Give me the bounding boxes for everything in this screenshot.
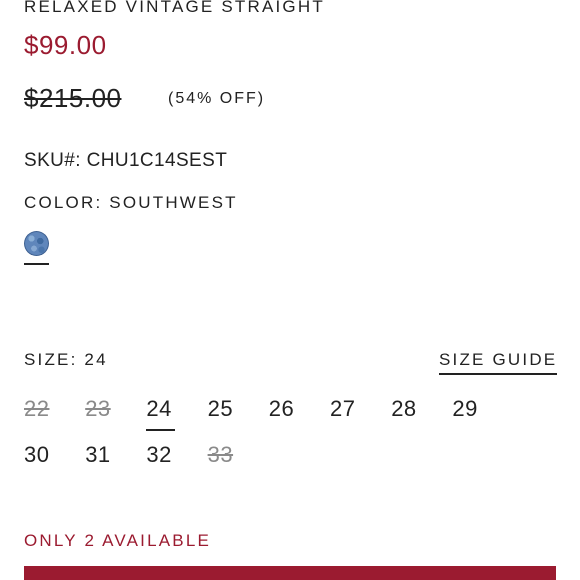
size-label: SIZE: 24 [24,350,108,369]
size-option-30[interactable]: 30 [24,442,64,468]
discount-badge: (54% OFF) [168,90,266,107]
size-option-25[interactable]: 25 [208,396,248,422]
size-option-26[interactable]: 26 [269,396,309,422]
size-option-29[interactable]: 29 [452,396,492,422]
add-to-bag-button[interactable] [24,566,556,580]
sale-price: $99.00 [24,30,107,60]
swatch-selected-indicator [24,263,49,265]
product-title: RELAXED VINTAGE STRAIGHT [24,0,325,16]
size-option-22: 22 [24,396,50,421]
size-option-32[interactable]: 32 [146,442,186,468]
size-guide-link[interactable]: SIZE GUIDE [439,350,558,375]
size-option-31[interactable]: 31 [85,442,125,468]
availability-text: ONLY 2 AVAILABLE [24,531,212,550]
size-option-23: 23 [85,396,111,421]
product-detail-panel: RELAXED VINTAGE STRAIGHT $99.00 $215.00 … [0,0,580,580]
size-option-24[interactable]: 24 [146,396,186,431]
sku-text: SKU#: CHU1C14SEST [24,150,228,171]
size-option-27[interactable]: 27 [330,396,370,422]
original-price: $215.00 [24,83,122,113]
color-label: COLOR: SOUTHWEST [24,193,238,212]
denim-swatch-icon[interactable] [24,231,49,256]
size-option-28[interactable]: 28 [391,396,431,422]
size-option-33: 33 [207,442,234,467]
